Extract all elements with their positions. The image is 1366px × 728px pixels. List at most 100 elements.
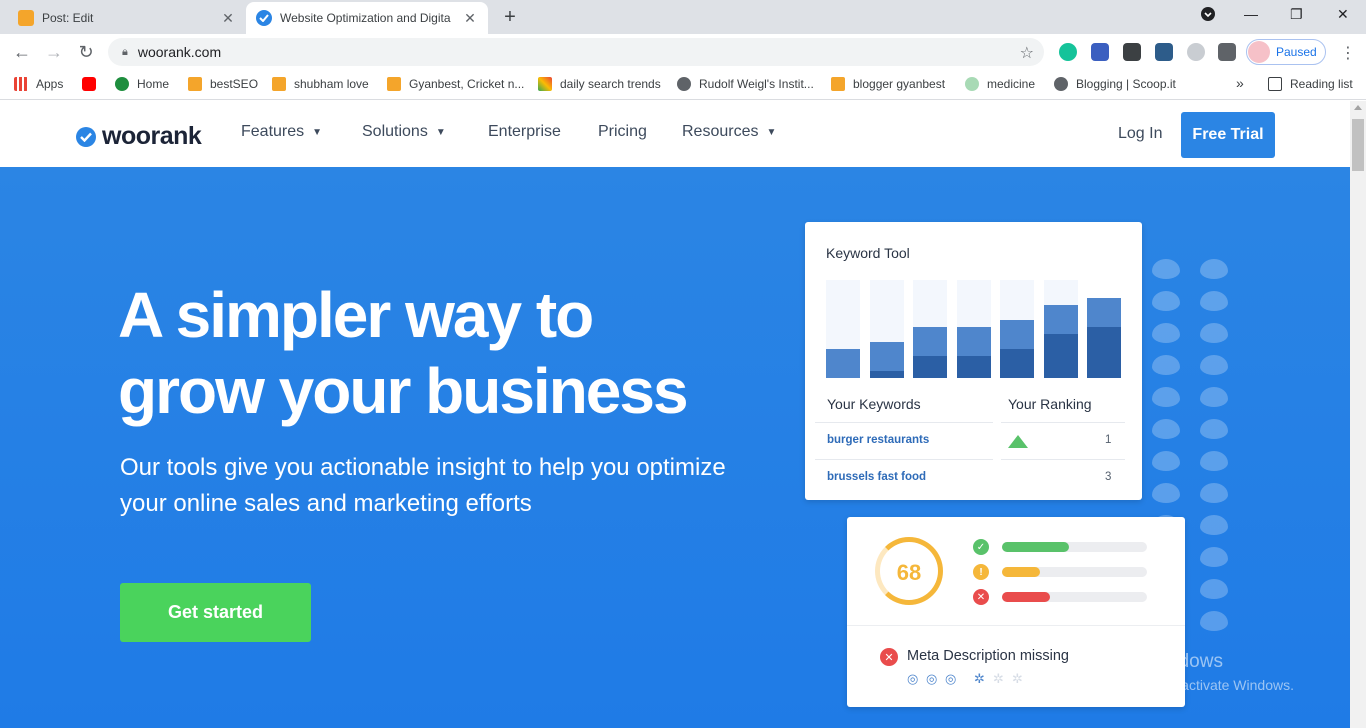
scrollbar-thumb[interactable]: [1352, 119, 1364, 171]
scroll-up-icon[interactable]: [1354, 105, 1362, 110]
progress-track: [1002, 542, 1147, 552]
reload-icon[interactable]: ↻: [76, 42, 96, 62]
profile-button[interactable]: Paused: [1246, 39, 1326, 65]
decorative-dot: [1152, 323, 1180, 343]
tab-woorank[interactable]: Website Optimization and Digita ✕: [246, 2, 488, 34]
apps-icon: [14, 77, 28, 91]
issue-text: Meta Description missing: [907, 648, 1069, 664]
divider: [847, 625, 1185, 626]
tab-post-edit[interactable]: Post: Edit ✕: [8, 2, 246, 34]
bookmark-home[interactable]: Home: [115, 77, 169, 91]
minimize-icon[interactable]: —: [1244, 6, 1258, 22]
forward-icon[interactable]: →: [44, 42, 64, 62]
divider: [1001, 422, 1125, 423]
divider: [815, 459, 993, 460]
gear-icon: ✲: [993, 671, 1004, 686]
decorative-dot: [1152, 483, 1180, 503]
blogger-icon: [272, 77, 286, 91]
bookmark-scoopit[interactable]: Blogging | Scoop.it: [1054, 77, 1176, 91]
bookmarks-overflow-icon[interactable]: »: [1236, 75, 1244, 91]
decorative-dot: [1152, 451, 1180, 471]
nav-solutions[interactable]: Solutions ▼: [362, 123, 446, 141]
bookmark-star-icon[interactable]: ☆: [1020, 43, 1034, 63]
back-icon[interactable]: ←: [12, 42, 32, 62]
bookmark-rudolf[interactable]: Rudolf Weigl's Instit...: [677, 77, 814, 91]
keyword-bar-chart: [826, 280, 1122, 378]
decorative-dot: [1200, 515, 1228, 535]
bookmark-bestseo[interactable]: bestSEO: [188, 77, 258, 91]
youtube-icon: [82, 77, 96, 91]
target-icon: ◎: [926, 671, 938, 686]
menu-icon[interactable]: ⋮: [1340, 43, 1356, 63]
hero-section: A simpler way to grow your business Our …: [0, 167, 1350, 728]
activate-windows-hint: Go to Settings to activate Windows.: [1073, 677, 1294, 693]
progress-track: [1002, 567, 1147, 577]
tab-title: Website Optimization and Digita: [280, 11, 451, 25]
chart-bar: [1000, 280, 1034, 378]
decorative-dot: [1200, 355, 1228, 375]
bookmark-blogger-gyanbest[interactable]: blogger gyanbest: [831, 77, 945, 91]
divider: [1001, 459, 1125, 460]
chart-bar: [1044, 280, 1078, 378]
page-scrollbar[interactable]: [1350, 101, 1366, 728]
progress-fill: [1002, 592, 1050, 602]
tab-search-icon[interactable]: [1200, 6, 1216, 25]
reading-list-button[interactable]: Reading list: [1268, 77, 1353, 91]
decorative-dot: [1200, 387, 1228, 407]
logo-text: woorank: [102, 122, 202, 150]
decorative-dot: [1200, 419, 1228, 439]
woorank-icon: [256, 10, 272, 26]
globe-icon: [1054, 77, 1068, 91]
extension-icon[interactable]: [1123, 43, 1141, 61]
new-tab-button[interactable]: +: [500, 6, 520, 29]
tab-title: Post: Edit: [42, 11, 94, 25]
nav-features[interactable]: Features ▼: [241, 123, 322, 141]
nav-pricing[interactable]: Pricing: [598, 123, 647, 141]
woorank-logo[interactable]: woorank: [76, 122, 202, 151]
bookmark-youtube[interactable]: [82, 77, 104, 91]
home-icon: [115, 77, 129, 91]
decorative-dot: [1152, 419, 1180, 439]
check-icon: ✓: [973, 539, 989, 555]
free-trial-button[interactable]: Free Trial: [1181, 112, 1275, 158]
decorative-dot: [1200, 579, 1228, 599]
gear-icon: ✲: [974, 671, 985, 686]
url-text: woorank.com: [137, 44, 222, 60]
bookmark-apps[interactable]: Apps: [14, 77, 63, 91]
bookmarks-bar: Apps Home bestSEO shubham love Gyanbest,…: [0, 70, 1366, 100]
tab-strip: Post: Edit ✕ Website Optimization and Di…: [0, 0, 1366, 34]
target-icon: ◎: [907, 671, 919, 686]
site-header: woorank Features ▼ Solutions ▼ Enterprise …: [0, 101, 1350, 167]
profile-status: Paused: [1276, 45, 1317, 59]
extension-icon[interactable]: [1187, 43, 1205, 61]
extension-icon[interactable]: [1155, 43, 1173, 61]
blogger-icon: [18, 10, 34, 26]
bookmark-medicine[interactable]: medicine: [965, 77, 1035, 91]
progress-track: [1002, 592, 1147, 602]
bookmark-trends[interactable]: daily search trends: [538, 77, 661, 91]
puzzle-icon[interactable]: [1218, 43, 1236, 61]
gear-icon: ✲: [1012, 671, 1023, 686]
close-window-icon[interactable]: ✕: [1337, 6, 1349, 23]
bookmark-gyanbest[interactable]: Gyanbest, Cricket n...: [387, 77, 524, 91]
check-icon: [76, 126, 96, 147]
trends-icon: [538, 77, 552, 91]
close-icon[interactable]: ✕: [220, 10, 236, 27]
restore-icon[interactable]: ❐: [1290, 6, 1303, 23]
decorative-dot: [1152, 259, 1180, 279]
nav-resources[interactable]: Resources ▼: [682, 123, 776, 141]
chart-bar: [826, 280, 860, 378]
login-link[interactable]: Log In: [1118, 125, 1162, 143]
close-icon[interactable]: ✕: [462, 10, 478, 27]
globe-icon: [677, 77, 691, 91]
divider: [815, 422, 993, 423]
medicine-icon: [965, 77, 979, 91]
nav-enterprise[interactable]: Enterprise: [488, 123, 561, 141]
address-bar[interactable]: 🔒︎ woorank.com ☆: [108, 38, 1044, 66]
grammarly-icon[interactable]: [1059, 43, 1077, 61]
extension-icon[interactable]: [1091, 43, 1109, 61]
keyword-term: burger restaurants: [827, 434, 930, 446]
keyword-rank: 3: [1105, 471, 1112, 483]
get-started-button[interactable]: Get started: [120, 583, 311, 642]
bookmark-shubham[interactable]: shubham love: [272, 77, 369, 91]
